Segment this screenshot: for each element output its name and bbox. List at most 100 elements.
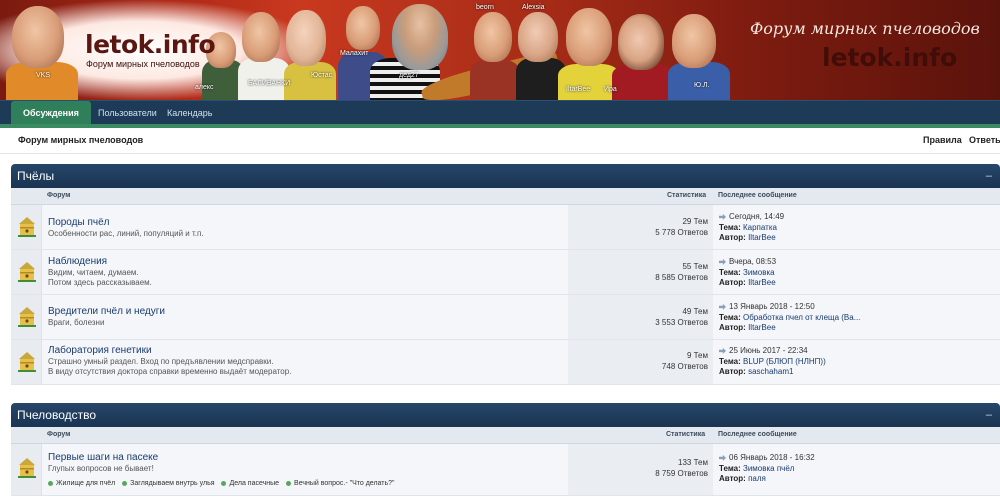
column-header: Форум Статистика Последнее сообщение	[11, 427, 1000, 444]
site-logo[interactable]: letok.info	[85, 30, 216, 59]
topic-count: 29 Тем	[682, 217, 708, 226]
last-post-date[interactable]: Вчера, 08:53	[729, 257, 776, 266]
forum-row: Первые шаги на пасеке Глупых вопросов не…	[11, 444, 1000, 496]
last-post-topic[interactable]: Карпатка	[743, 223, 777, 232]
author-label: Автор:	[719, 323, 746, 332]
subforum-icon	[122, 480, 128, 486]
last-post-author[interactable]: паля	[748, 474, 766, 483]
subforum-link[interactable]: Заглядываем внутрь улья	[130, 480, 214, 487]
subforum-link[interactable]: Дела пасечные	[229, 480, 279, 487]
forum-description: Враги, болезни	[48, 318, 105, 327]
person-4-face	[286, 10, 326, 66]
subforum-icon	[221, 480, 227, 486]
icon-cell	[11, 444, 42, 495]
last-post-date[interactable]: 25 Июнь 2017 - 22:34	[729, 346, 808, 355]
forum-title[interactable]: Вредители пчёл и недуги	[48, 306, 165, 317]
person-3-face	[242, 12, 280, 62]
tab-discussions[interactable]: Обсуждения	[11, 101, 91, 125]
forum-row: Наблюдения Видим, читаем, думаем. Потом …	[11, 250, 1000, 295]
collapse-icon[interactable]: –	[986, 164, 992, 188]
topic-label: Тема:	[719, 463, 741, 473]
forum-row: Лаборатория генетики Страшно умный разде…	[11, 340, 1000, 385]
last-post-topic[interactable]: Зимовка	[743, 268, 775, 277]
category-header[interactable]: Пчёлы –	[11, 164, 1000, 188]
category-bees: Пчёлы – Форум Статистика Последнее сообщ…	[11, 164, 1000, 385]
photo-tag: дед27	[399, 72, 419, 79]
photo-tag: БАЛИВАНКИ	[248, 80, 291, 87]
last-post-info: 13 Январь 2018 - 12:50 Тема: Обработка п…	[719, 302, 860, 334]
forum-description: Особенности рас, линий, популяций и т.п.	[48, 229, 204, 238]
last-post-date[interactable]: 13 Январь 2018 - 12:50	[729, 302, 815, 311]
forum-description: Видим, читаем, думаем. Потом здесь расск…	[48, 268, 152, 288]
last-post-info: Вчера, 08:53 Тема: Зимовка Автор: IltarB…	[719, 257, 776, 289]
topic-count: 55 Тем	[682, 262, 708, 271]
beehive-icon[interactable]	[17, 216, 37, 238]
tab-calendar[interactable]: Календарь	[167, 101, 212, 125]
rules-link[interactable]: Правила	[923, 135, 962, 145]
subforum-link[interactable]: Жилище для пчёл	[56, 480, 115, 487]
last-post-date[interactable]: Сегодня, 14:49	[729, 212, 784, 221]
breadcrumb[interactable]: Форум мирных пчеловодов	[18, 135, 143, 145]
go-to-last-post-icon[interactable]	[719, 303, 726, 310]
subforum-list: Жилище для пчёл Заглядываем внутрь улья …	[48, 480, 395, 487]
go-to-last-post-icon[interactable]	[719, 258, 726, 265]
reply-count: 8 759 Ответов	[655, 469, 708, 478]
forum-title[interactable]: Первые шаги на пасеке	[48, 452, 158, 463]
banner-logo-right: letok.info	[822, 43, 958, 72]
forum-description: Глупых вопросов не бывает!	[48, 464, 154, 473]
category-beekeeping: Пчеловодство – Форум Статистика Последне…	[11, 403, 1000, 496]
beehive-icon[interactable]	[17, 306, 37, 328]
collapse-icon[interactable]: –	[986, 403, 992, 427]
photo-tag: алекс	[195, 84, 214, 91]
photo-tag: Малахит	[340, 50, 369, 57]
forum-row: Породы пчёл Особенности рас, линий, попу…	[11, 205, 1000, 250]
person-10-face	[618, 14, 664, 70]
beehive-icon[interactable]	[17, 351, 37, 373]
forum-banner[interactable]: VKS алекс БАЛИВАНКИ Юстас Малахит дед27 …	[0, 0, 1000, 101]
reply-count: 5 778 Ответов	[655, 228, 708, 237]
go-to-last-post-icon[interactable]	[719, 213, 726, 220]
last-post-topic[interactable]: Зимовка пчёл	[743, 464, 794, 473]
photo-tag: beorn	[476, 4, 494, 11]
forum-description: Страшно умный раздел. Вход по предъявлен…	[48, 357, 291, 377]
person-4-body	[284, 62, 336, 101]
topic-count: 133 Тем	[678, 458, 708, 467]
category-title: Пчеловодство	[17, 408, 97, 422]
reply-count: 8 585 Ответов	[655, 273, 708, 282]
tab-users[interactable]: Пользователи	[98, 101, 157, 125]
icon-cell	[11, 340, 42, 384]
person-7-face	[474, 12, 512, 62]
banner-title: Форум мирных пчеловодов	[750, 19, 980, 38]
forum-title[interactable]: Наблюдения	[48, 256, 107, 267]
column-last-post: Последнее сообщение	[718, 192, 797, 199]
category-header[interactable]: Пчеловодство –	[11, 403, 1000, 427]
topic-label: Тема:	[719, 356, 741, 366]
last-post-author[interactable]: IltarBee	[748, 278, 776, 287]
forum-title[interactable]: Породы пчёл	[48, 217, 109, 228]
author-label: Автор:	[719, 367, 746, 376]
author-label: Автор:	[719, 474, 746, 483]
breadcrumb-bar: Форум мирных пчеловодов Правила Ответы	[0, 128, 1000, 154]
beehive-icon[interactable]	[17, 457, 37, 479]
last-post-author[interactable]: IltarBee	[748, 323, 776, 332]
person-11-face	[672, 14, 716, 68]
author-label: Автор:	[719, 278, 746, 287]
last-post-topic[interactable]: Обработка пчел от клеща (Ва...	[743, 313, 860, 322]
column-forum: Форум	[47, 192, 71, 199]
last-post-topic[interactable]: BLUP (БЛЮП (НЛНП))	[743, 357, 826, 366]
person-7-body	[470, 60, 520, 101]
person-1-face	[12, 6, 64, 68]
last-post-info: 06 Январь 2018 - 16:32 Тема: Зимовка пчё…	[719, 453, 815, 485]
forum-title[interactable]: Лаборатория генетики	[48, 345, 152, 356]
go-to-last-post-icon[interactable]	[719, 347, 726, 354]
last-post-author[interactable]: IltarBee	[748, 233, 776, 242]
beehive-icon[interactable]	[17, 261, 37, 283]
icon-cell	[11, 250, 42, 294]
column-header: Форум Статистика Последнее сообщение	[11, 188, 1000, 205]
subforum-link[interactable]: Вечный вопрос.- "Что делать?"	[294, 480, 394, 487]
go-to-last-post-icon[interactable]	[719, 454, 726, 461]
photo-tag: IltarBee	[566, 86, 591, 93]
replies-link[interactable]: Ответы	[969, 135, 1000, 145]
last-post-date[interactable]: 06 Январь 2018 - 16:32	[729, 453, 815, 462]
last-post-author[interactable]: saschaham1	[748, 367, 793, 376]
